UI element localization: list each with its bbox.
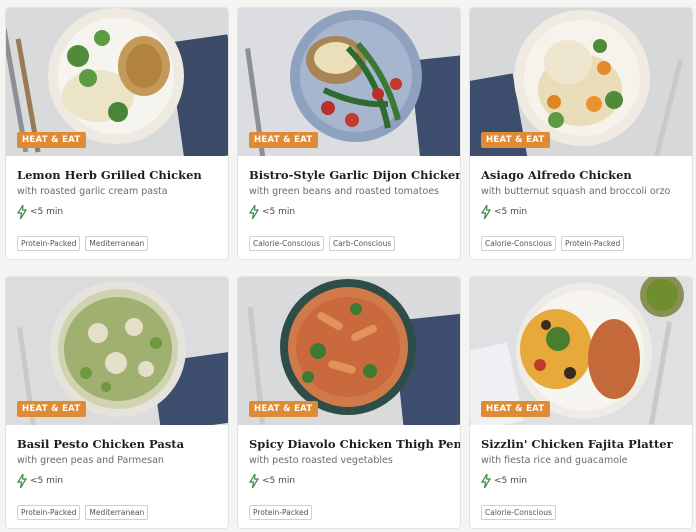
meal-title[interactable]: Spicy Diavolo Chicken Thigh Penne — [249, 437, 460, 451]
meal-photo[interactable]: HEAT & EAT — [6, 277, 228, 425]
lightning-bolt-icon — [481, 205, 491, 219]
lightning-bolt-icon — [17, 474, 27, 488]
meal-card-body: Sizzlin' Chicken Fajita Platter with fie… — [470, 425, 692, 528]
lightning-bolt-icon — [249, 205, 259, 219]
tag-list: Calorie-Conscious — [481, 505, 556, 520]
meal-title[interactable]: Lemon Herb Grilled Chicken — [17, 168, 217, 182]
tag-list: Protein-Packed — [249, 505, 313, 520]
tag: Calorie-Conscious — [481, 236, 556, 251]
meal-photo[interactable]: HEAT & EAT — [470, 277, 692, 425]
prep-time: <5 min — [17, 474, 217, 488]
prep-time-label: <5 min — [262, 207, 296, 217]
meal-card-body: Spicy Diavolo Chicken Thigh Penne with p… — [238, 425, 460, 528]
meal-card-body: Asiago Alfredo Chicken with butternut sq… — [470, 156, 692, 259]
meal-photo[interactable]: HEAT & EAT — [6, 8, 228, 156]
meal-card-body: Lemon Herb Grilled Chicken with roasted … — [6, 156, 228, 259]
lightning-bolt-icon — [17, 205, 27, 219]
meal-title[interactable]: Asiago Alfredo Chicken — [481, 168, 681, 182]
meal-photo[interactable]: HEAT & EAT — [238, 8, 460, 156]
lightning-bolt-icon — [249, 474, 259, 488]
meal-card[interactable]: HEAT & EAT Asiago Alfredo Chicken with b… — [469, 7, 693, 260]
meal-photo[interactable]: HEAT & EAT — [470, 8, 692, 156]
meal-title[interactable]: Bistro-Style Garlic Dijon Chicken — [249, 168, 460, 182]
meal-card-body: Basil Pesto Chicken Pasta with green pea… — [6, 425, 228, 528]
meal-subtitle: with green beans and roasted tomatoes — [249, 186, 440, 197]
heat-and-eat-badge: HEAT & EAT — [17, 132, 86, 148]
prep-time-label: <5 min — [30, 207, 64, 217]
tag: Protein-Packed — [249, 505, 313, 520]
meal-grid: HEAT & EAT Lemon Herb Grilled Chicken wi… — [5, 7, 693, 529]
lightning-bolt-icon — [481, 474, 491, 488]
meal-card[interactable]: HEAT & EAT Lemon Herb Grilled Chicken wi… — [5, 7, 229, 260]
prep-time-label: <5 min — [262, 476, 296, 486]
prep-time: <5 min — [17, 205, 217, 219]
meal-subtitle: with pesto roasted vegetables — [249, 455, 393, 466]
meal-card[interactable]: HEAT & EAT Basil Pesto Chicken Pasta wit… — [5, 276, 229, 529]
meal-card[interactable]: HEAT & EAT Spicy Diavolo Chicken Thigh P… — [237, 276, 461, 529]
meal-subtitle: with roasted garlic cream pasta — [17, 186, 168, 197]
tag-list: Calorie-Conscious Protein-Packed — [481, 236, 625, 251]
tag: Protein-Packed — [560, 236, 625, 251]
meal-photo[interactable]: HEAT & EAT — [238, 277, 460, 425]
heat-and-eat-badge: HEAT & EAT — [481, 132, 550, 148]
meal-card-body: Bistro-Style Garlic Dijon Chicken with g… — [238, 156, 460, 259]
meal-card[interactable]: HEAT & EAT Sizzlin' Chicken Fajita Platt… — [469, 276, 693, 529]
tag-list: Protein-Packed Mediterranean — [17, 505, 149, 520]
meal-title[interactable]: Basil Pesto Chicken Pasta — [17, 437, 217, 451]
tag-list: Calorie-Conscious Carb-Conscious — [249, 236, 396, 251]
heat-and-eat-badge: HEAT & EAT — [249, 132, 318, 148]
heat-and-eat-badge: HEAT & EAT — [249, 401, 318, 417]
meal-subtitle: with butternut squash and broccoli orzo — [481, 186, 671, 197]
tag-list: Protein-Packed Mediterranean — [17, 236, 149, 251]
prep-time: <5 min — [249, 205, 449, 219]
meal-subtitle: with green peas and Parmesan — [17, 455, 164, 466]
tag: Mediterranean — [85, 505, 149, 520]
meal-title[interactable]: Sizzlin' Chicken Fajita Platter — [481, 437, 681, 451]
prep-time: <5 min — [481, 205, 681, 219]
meal-subtitle: with fiesta rice and guacamole — [481, 455, 628, 466]
tag: Protein-Packed — [17, 505, 81, 520]
tag: Protein-Packed — [17, 236, 81, 251]
tag: Mediterranean — [85, 236, 149, 251]
tag: Carb-Conscious — [328, 236, 396, 251]
prep-time: <5 min — [249, 474, 449, 488]
heat-and-eat-badge: HEAT & EAT — [17, 401, 86, 417]
prep-time-label: <5 min — [494, 476, 528, 486]
meal-card[interactable]: HEAT & EAT Bistro-Style Garlic Dijon Chi… — [237, 7, 461, 260]
prep-time-label: <5 min — [494, 207, 528, 217]
tag: Calorie-Conscious — [249, 236, 324, 251]
tag: Calorie-Conscious — [481, 505, 556, 520]
prep-time-label: <5 min — [30, 476, 64, 486]
prep-time: <5 min — [481, 474, 681, 488]
heat-and-eat-badge: HEAT & EAT — [481, 401, 550, 417]
